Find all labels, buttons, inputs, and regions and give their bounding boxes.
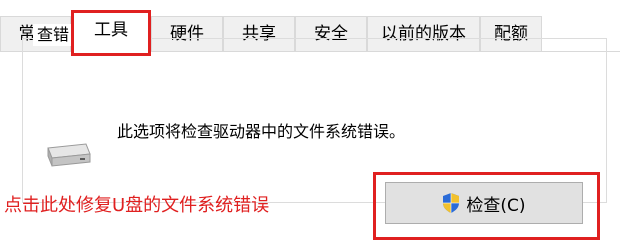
annotation-text: 点击此处修复U盘的文件系统错误 (4, 195, 270, 216)
group-title: 查错 (33, 24, 74, 46)
check-button-label: 检查(C) (466, 195, 526, 216)
tab-tools[interactable]: 工具 (71, 12, 151, 53)
shield-icon (443, 193, 460, 213)
group-description: 此选项将检查驱动器中的文件系统错误。 (117, 122, 406, 141)
check-button[interactable]: 检查(C) (385, 182, 583, 224)
drive-icon (47, 143, 91, 167)
properties-dialog: 常规 工具 硬件 共享 安全 以前的版本 配额 查错 此选项将检查驱动器中的文件… (0, 0, 620, 245)
